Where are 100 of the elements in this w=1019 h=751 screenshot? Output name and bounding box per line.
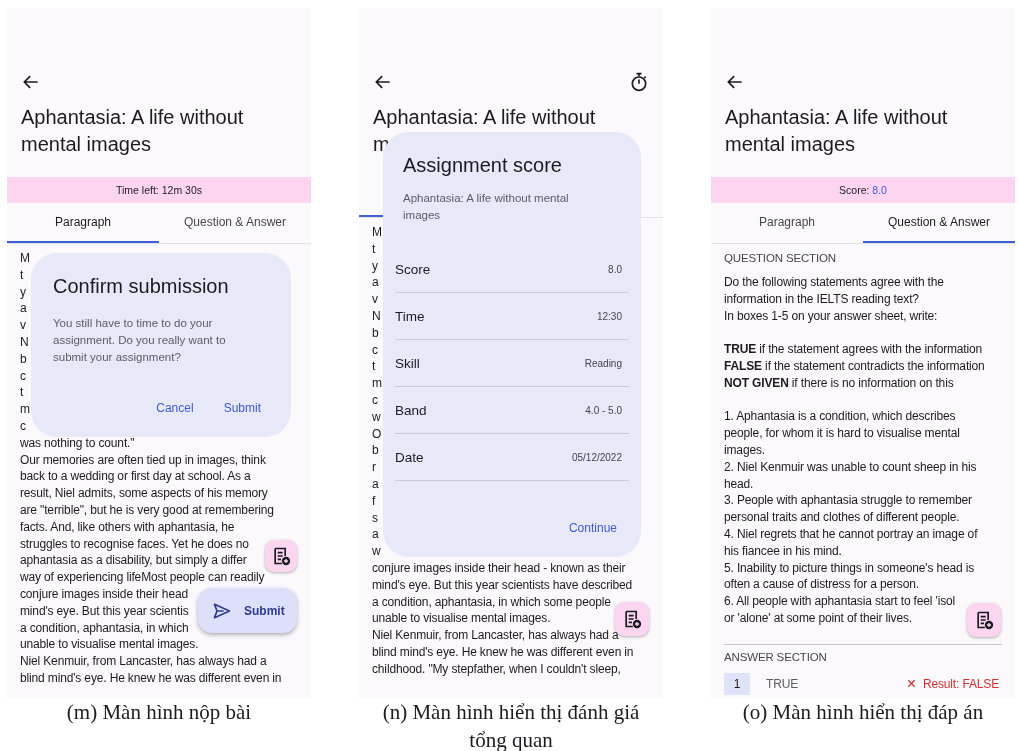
passage-text: N [20,334,29,351]
passage-text: c [20,367,26,385]
page-title: Aphantasia: A life without [725,105,948,130]
passage-text: b [20,350,27,368]
passage-text: M [372,224,382,241]
score-value: 05/12/2022 [571,451,622,463]
question-text: NOT GIVEN if there is no information on this [724,374,954,392]
figure-caption: (o) Màn hình hiển thị đáp án [741,699,985,726]
question-text: 4. Niel regrets that he cannot portray an image of [724,525,978,543]
tab[interactable]: Paragraph [7,203,159,243]
passage-text: conjure images inside their head [20,585,188,603]
passage-text: childhood. "My stepfather, when I couldn't sleep, [372,660,621,678]
dialog-title: Confirm submission [53,274,230,299]
answer-text: TRUE [766,676,799,691]
passage-text: a condition, aphantasia, in which some people [372,593,611,611]
result-text: Result: FALSE [922,676,999,691]
dialog-subtitle: Aphantasia: A life without mental images [403,191,570,223]
question-text: 1. Aphantasia is a condition, which describes [724,408,956,426]
passage-text: s [372,509,378,527]
passage-text: t [372,358,376,376]
passage-text: t [372,240,376,258]
dialog-button[interactable]: Submit [217,397,267,419]
stopwatch-icon[interactable] [629,72,649,92]
page-title: Aphantasia: A life without [21,105,244,130]
question-text: information in the IELTS reading text? [724,290,919,308]
passage-text: v [372,291,378,308]
section-heading: ANSWER SECTION [724,649,827,665]
question-text: 6. All people with aphantasia start to feel 'isol [724,593,956,610]
passage-text: back to a wedding or first day at school. As a [20,468,251,486]
passage-text: b [372,324,379,342]
note-plus-icon [271,546,291,566]
passage-text: are "terrible", but he is very good at remembering [20,501,274,519]
question-text: In boxes 1-5 on your answer sheet, write: [724,307,938,325]
score-label: Time [395,308,425,324]
passage-text: b [372,442,379,460]
score-label: Band [395,402,427,418]
passage-text: Niel Kenmuir, from Lancaster, has always had a [372,627,619,644]
passage-text: blind mind's eye. He knew he was different even in [20,669,282,687]
passage-text: w [372,543,381,560]
tab[interactable]: Paragraph [711,203,863,243]
passage-text: struggles to recognise faces. Yet he does no [20,535,249,553]
submit-button[interactable]: Submit [198,588,297,633]
question-number: 1 [724,672,750,695]
passage-text: w [372,408,381,426]
add-note-button[interactable] [967,603,1001,637]
page-title: mental images [21,132,152,157]
passage-text: y [20,283,26,301]
passage-text: c [372,341,378,359]
score-value: Reading [584,357,622,369]
passage-text: r [372,459,376,476]
add-note-button[interactable] [265,540,297,572]
passage-text: way of experiencing lifeMost people can readily [20,569,265,586]
question-text: 2. Niel Kenmuir was unable to count sheep in his [724,458,977,476]
passage-text: unable to visualise mental images. [372,610,551,628]
cross-icon [905,678,917,690]
passage-text: aphantasia as a disability, but simply a differ [20,552,247,570]
tab[interactable]: Question & Answer [863,203,1015,243]
passage-text: a [372,274,379,292]
score-value: 12:30 [596,310,622,322]
passage-text: a condition, aphantasia, in which [20,619,189,637]
passage-text: t [20,266,24,284]
passage-text: a [372,475,379,493]
tab[interactable]: Question & Answer [159,203,311,243]
note-plus-icon [622,609,642,629]
passage-text: a [372,526,379,544]
passage-text: conjure images inside their head - known as their [372,559,626,577]
send-icon [212,600,232,621]
score-value: 4.0 - 5.0 [585,404,622,416]
question-text: personal traits and clothes of different people. [724,509,960,526]
score-label: Date [395,449,424,465]
passage-text: mind's eye. But this year scientis [20,602,189,620]
question-text: or 'alone' at some point of their lives. [724,609,913,627]
passage-text: f [372,492,376,510]
dialog-button[interactable]: Cancel [150,397,200,419]
passage-text: was nothing to count." [20,434,135,452]
passage-text: t [20,384,24,402]
question-text: TRUE if the statement agrees with the information [724,341,983,358]
score-value: 8.0 [608,263,622,275]
question-text: often a cause of distress for a person. [724,576,919,594]
passage-text: c [372,391,378,409]
passage-text: v [20,317,26,334]
status-banner: Score: 8.0 [711,177,1015,203]
passage-text: N [372,308,381,325]
dialog-title: Assignment score [403,153,563,178]
question-text: his fiancee in his mind. [724,542,842,560]
passage-text: c [20,417,26,435]
question-text: people, for whom it is hard to visualise mental [724,425,960,442]
score-label: Skill [395,355,420,371]
figure-caption: (m) Màn hình nộp bài [65,699,253,726]
dialog-button[interactable]: Continue [562,517,623,539]
passage-text: unable to visualise mental images. [20,636,199,654]
section-heading: QUESTION SECTION [724,251,836,266]
passage-text: a [20,300,27,318]
dialog-message: You still have to time to do your assignment. Do you really want to submit your assignment? [53,316,227,365]
passage-text: Our memories are often tied up in images, think [20,451,266,469]
question-text: images. [724,441,765,459]
note-plus-icon [974,610,994,630]
page-title: Aphantasia: A life without [373,105,596,130]
question-text: FALSE if the statement contradicts the information [724,358,985,375]
question-text: 3. People with aphantasia struggle to remember [724,492,972,510]
